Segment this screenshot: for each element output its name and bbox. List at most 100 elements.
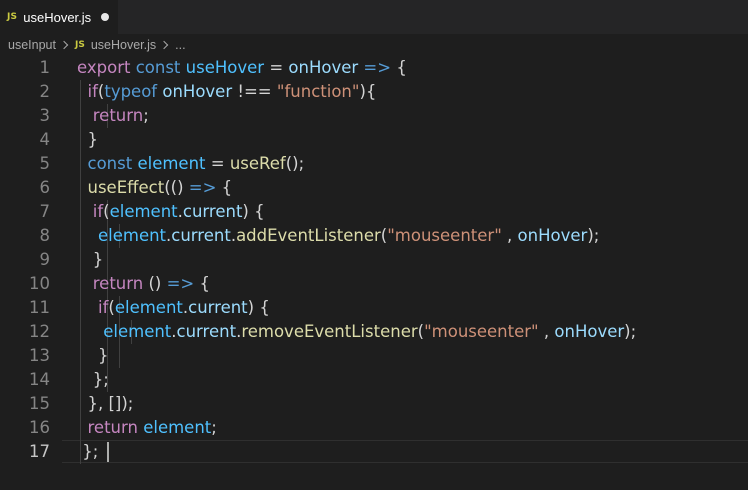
breadcrumb: useInput JS useHover.js ... — [0, 34, 748, 56]
code-token: element — [103, 322, 172, 341]
line-number: 5 — [39, 154, 51, 173]
code-text: if(element.current) { — [77, 296, 270, 320]
code-text: return element; — [77, 416, 217, 440]
code-line[interactable]: 17 }; — [0, 440, 748, 464]
code-token: { — [194, 274, 210, 293]
javascript-file-icon: JS — [7, 12, 18, 22]
javascript-file-icon: JS — [74, 40, 85, 50]
code-text: element.current.removeEventListener("mou… — [77, 320, 636, 344]
code-text: }, []); — [77, 392, 133, 416]
code-line[interactable]: 4 } — [0, 128, 748, 152]
code-line[interactable]: 9 } — [0, 248, 748, 272]
tab-usehover-js[interactable]: JS useHover.js — [0, 0, 118, 34]
code-line[interactable]: 11 if(element.current) { — [0, 296, 748, 320]
code-token: } — [77, 250, 104, 269]
code-token: onHover — [554, 322, 625, 341]
code-line[interactable]: 12 element.current.removeEventListener("… — [0, 320, 748, 344]
chevron-right-icon — [59, 40, 69, 50]
code-text: } — [77, 248, 104, 272]
code-token: () — [143, 274, 167, 293]
code-token: "mouseenter" — [387, 226, 502, 245]
code-token: useHover — [185, 58, 265, 77]
text-cursor — [107, 442, 109, 462]
code-text: const element = useRef(); — [77, 152, 305, 176]
code-text: useEffect(() => { — [77, 176, 233, 200]
code-text: element.current.addEventListener("mousee… — [77, 224, 599, 248]
code-token: element — [97, 226, 167, 245]
code-token: (); — [285, 154, 305, 173]
line-number: 2 — [39, 82, 51, 101]
breadcrumb-symbols[interactable]: ... — [175, 38, 185, 52]
code-token: ); — [587, 226, 600, 245]
code-line[interactable]: 6 useEffect(() => { — [0, 176, 748, 200]
code-token: current — [188, 298, 248, 317]
unsaved-dot-icon[interactable] — [101, 13, 109, 21]
code-text: }; — [77, 440, 98, 464]
code-token: export — [77, 58, 131, 77]
code-token: element — [143, 418, 212, 437]
code-token: return — [92, 106, 144, 125]
code-text: if(typeof onHover !== "function"){ — [77, 80, 377, 104]
code-line[interactable]: 10 return () => { — [0, 272, 748, 296]
code-token: { — [391, 58, 407, 77]
line-number: 9 — [39, 250, 51, 269]
code-line[interactable]: 5 const element = useRef(); — [0, 152, 748, 176]
line-number: 13 — [29, 346, 50, 365]
code-token: if — [92, 202, 104, 221]
code-token: onHover — [288, 58, 359, 77]
code-token: ) { — [242, 202, 265, 221]
line-number: 8 — [39, 226, 51, 245]
code-line[interactable]: 1 export const useHover = onHover => { — [0, 56, 748, 80]
code-line[interactable]: 13 } — [0, 344, 748, 368]
chevron-right-icon — [159, 40, 169, 50]
code-line[interactable]: 3 return; — [0, 104, 748, 128]
code-token: addEventListener — [236, 226, 381, 245]
code-token: => — [188, 178, 217, 197]
breadcrumb-folder[interactable]: useInput — [8, 38, 56, 52]
code-token: current — [171, 226, 231, 245]
code-text: if(element.current) { — [77, 200, 265, 224]
code-line[interactable]: 15 }, []); — [0, 392, 748, 416]
line-number: 7 — [39, 202, 51, 221]
line-number: 4 — [39, 130, 51, 149]
code-token: if — [97, 298, 109, 317]
code-token: onHover — [517, 226, 588, 245]
code-token: return — [92, 274, 144, 293]
code-token: ; — [211, 418, 217, 437]
code-line[interactable]: 7 if(element.current) { — [0, 200, 748, 224]
line-number: 10 — [29, 274, 50, 293]
code-token: element — [109, 202, 178, 221]
code-token: onHover — [162, 82, 233, 101]
line-number: 14 — [29, 370, 50, 389]
code-token: useRef — [229, 154, 286, 173]
breadcrumb-file[interactable]: useHover.js — [91, 38, 156, 52]
line-number: 16 — [29, 418, 50, 437]
code-token: ); — [624, 322, 637, 341]
line-number: 12 — [29, 322, 50, 341]
code-token: current — [182, 202, 243, 221]
code-token: }; — [77, 442, 99, 461]
tab-bar: JS useHover.js — [0, 0, 748, 34]
code-editor[interactable]: 1 export const useHover = onHover => {2 i… — [0, 56, 748, 490]
code-token: , — [501, 226, 518, 245]
code-line[interactable]: 16 return element; — [0, 416, 748, 440]
code-line[interactable]: 8 element.current.addEventListener("mous… — [0, 224, 748, 248]
code-line[interactable]: 14 }; — [0, 368, 748, 392]
code-token: typeof — [104, 82, 158, 101]
line-number: 17 — [29, 442, 50, 461]
code-token: "function" — [276, 82, 360, 101]
code-token: "mouseenter" — [424, 322, 539, 341]
code-token: } — [77, 130, 98, 149]
code-token: ; — [143, 106, 149, 125]
code-line[interactable]: 2 if(typeof onHover !== "function"){ — [0, 80, 748, 104]
code-token: }; — [77, 370, 109, 389]
code-token: return — [87, 418, 138, 437]
